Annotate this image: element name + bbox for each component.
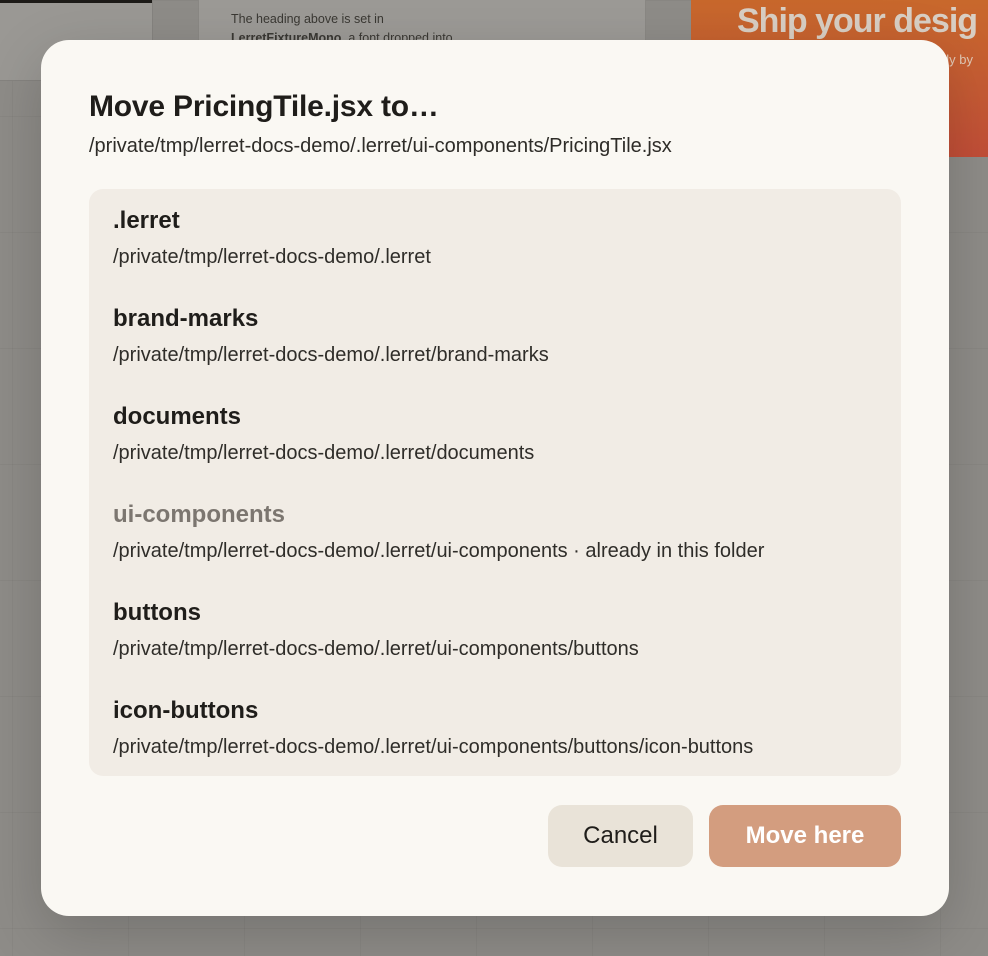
folder-item-documents[interactable]: documents /private/tmp/lerret-docs-demo/…: [89, 385, 901, 483]
move-dialog: Move PricingTile.jsx to… /private/tmp/le…: [41, 40, 949, 916]
doc-card-text-prefix: The heading above is set in: [231, 12, 384, 26]
folder-path: /private/tmp/lerret-docs-demo/.lerret/br…: [113, 344, 549, 366]
panel-top-bar: [0, 0, 152, 3]
folder-name: buttons: [113, 599, 201, 626]
folder-item-icon-buttons[interactable]: icon-buttons /private/tmp/lerret-docs-de…: [89, 679, 901, 776]
folder-name: brand-marks: [113, 305, 259, 332]
dialog-title: Move PricingTile.jsx to…: [89, 90, 439, 123]
folder-item-buttons[interactable]: buttons /private/tmp/lerret-docs-demo/.l…: [89, 581, 901, 679]
folder-path: /private/tmp/lerret-docs-demo/.lerret/ui…: [113, 638, 639, 660]
folder-path: /private/tmp/lerret-docs-demo/.lerret: [113, 246, 431, 268]
move-here-button[interactable]: Move here: [709, 805, 901, 867]
folder-name: .lerret: [113, 207, 180, 234]
dialog-current-path: /private/tmp/lerret-docs-demo/.lerret/ui…: [89, 135, 672, 157]
folder-item-lerret[interactable]: .lerret /private/tmp/lerret-docs-demo/.l…: [89, 189, 901, 287]
folder-name: documents: [113, 403, 242, 430]
promo-heading: Ship your desig: [737, 2, 978, 40]
folder-name: icon-buttons: [113, 697, 259, 724]
folder-name: ui-components: [113, 501, 285, 528]
folder-path: /private/tmp/lerret-docs-demo/.lerret/ui…: [113, 736, 754, 758]
folder-list: .lerret /private/tmp/lerret-docs-demo/.l…: [89, 189, 901, 776]
folder-item-brand-marks[interactable]: brand-marks /private/tmp/lerret-docs-dem…: [89, 287, 901, 385]
cancel-button[interactable]: Cancel: [548, 805, 693, 867]
folder-path: /private/tmp/lerret-docs-demo/.lerret/do…: [113, 442, 535, 464]
folder-item-ui-components: ui-components /private/tmp/lerret-docs-d…: [89, 483, 901, 581]
folder-path: /private/tmp/lerret-docs-demo/.lerret/ui…: [113, 540, 765, 562]
